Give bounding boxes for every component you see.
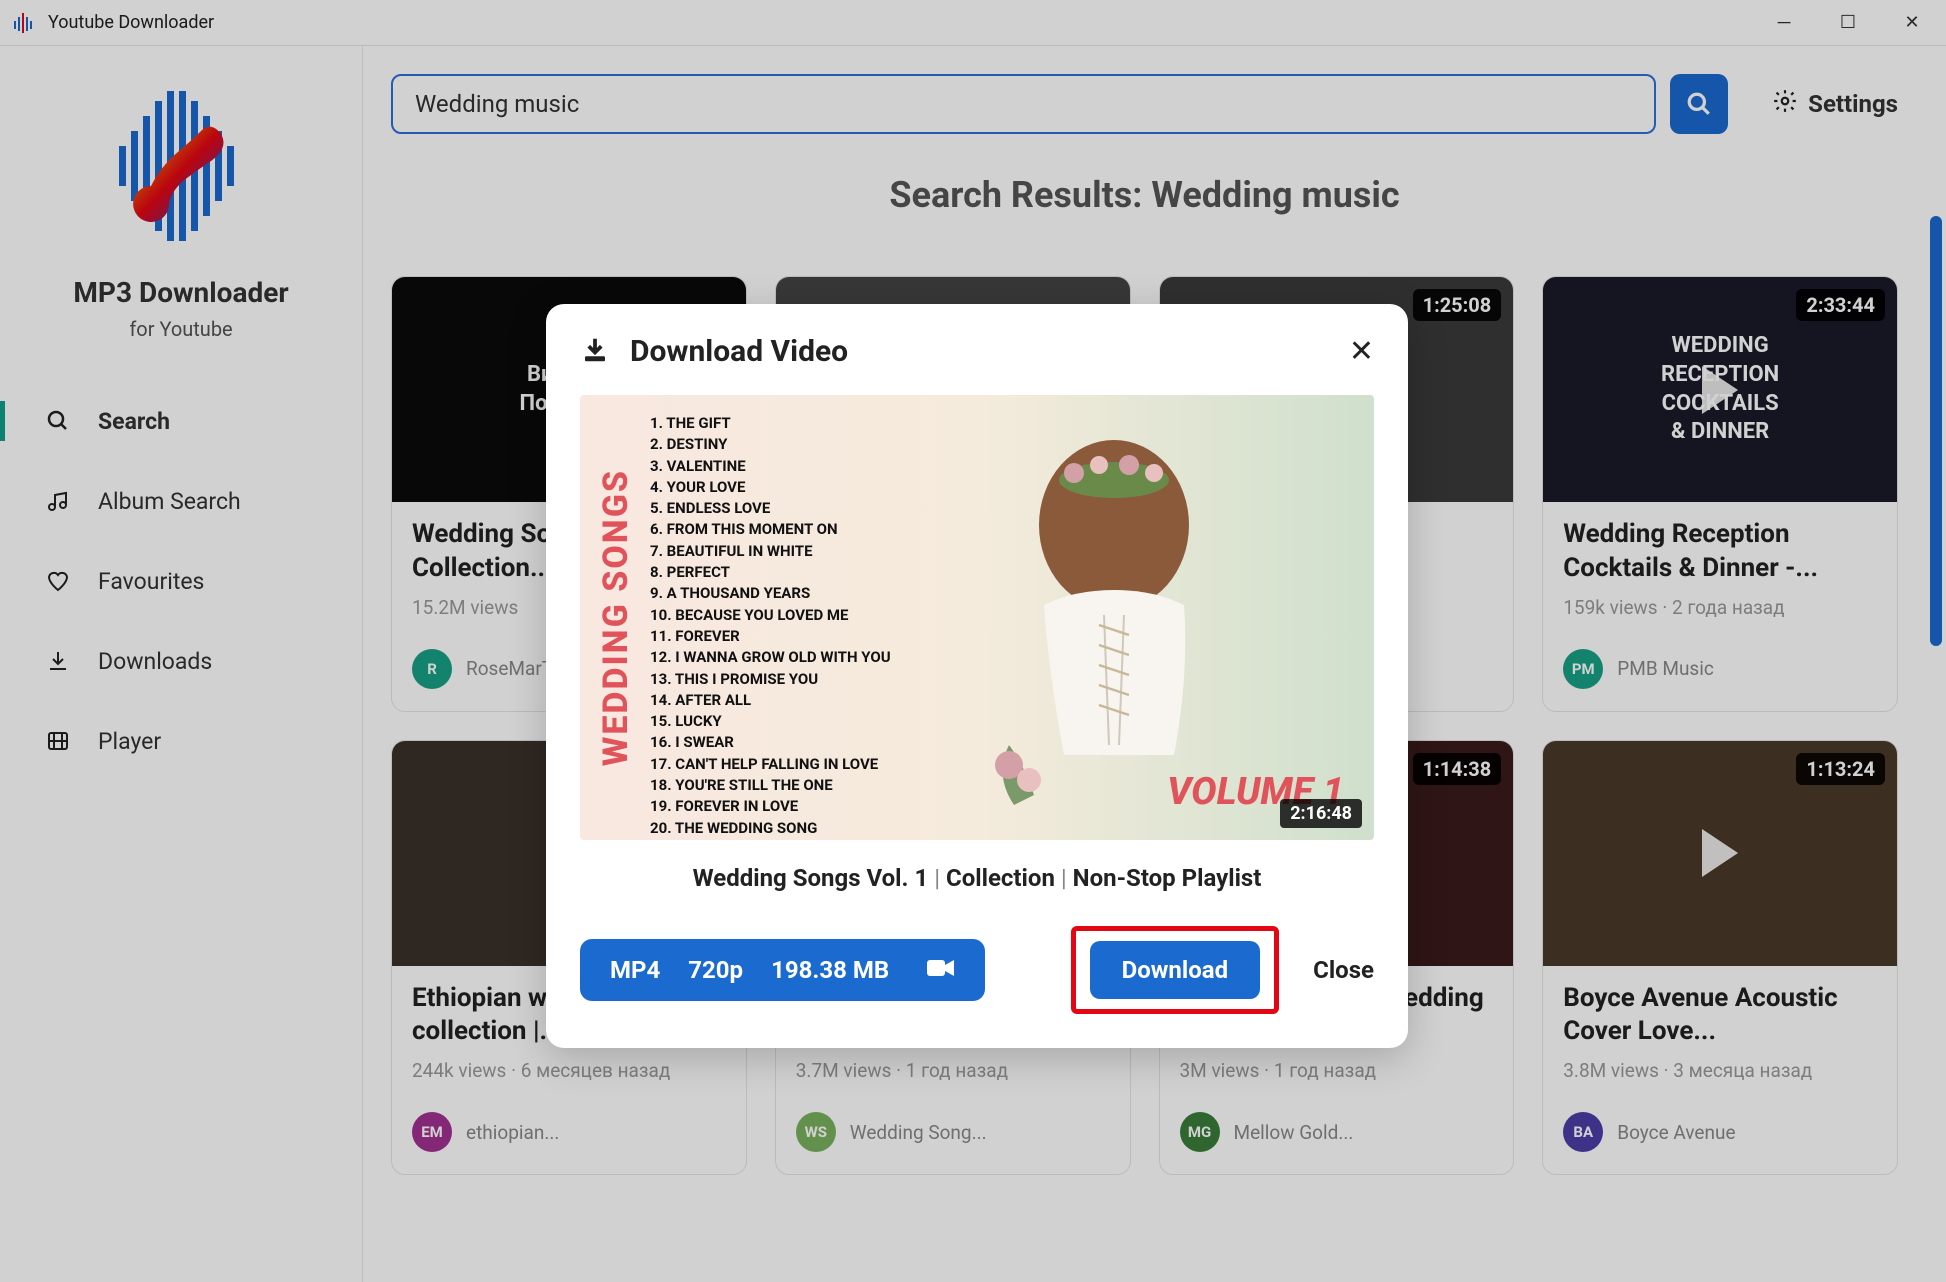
format-label: MP4: [610, 956, 660, 984]
thumb-tracklist: 1. THE GIFT2. DESTINY3. VALENTINE4. YOUR…: [650, 413, 891, 839]
modal-video-title: Wedding Songs Vol. 1 | Collection | Non-…: [580, 864, 1374, 892]
quality-label: 720p: [688, 956, 743, 984]
download-modal: Download Video ✕ WEDDING SONGS 1. THE GI…: [546, 304, 1408, 1048]
download-button[interactable]: Download: [1090, 941, 1260, 999]
download-icon: [580, 335, 610, 369]
thumb-sidebar-text: WEDDING SONGS: [596, 469, 636, 766]
download-highlight: Download: [1071, 926, 1279, 1014]
format-selector[interactable]: MP4 720p 198.38 MB: [580, 939, 985, 1001]
modal-close-x[interactable]: ✕: [1349, 334, 1374, 369]
camera-icon: [927, 956, 955, 984]
thumb-duration: 2:16:48: [1280, 799, 1362, 828]
size-label: 198.38 MB: [771, 956, 889, 984]
modal-thumbnail: WEDDING SONGS 1. THE GIFT2. DESTINY3. VA…: [580, 395, 1374, 840]
bride-image: [914, 415, 1294, 815]
modal-heading: Download Video: [630, 334, 848, 369]
close-button[interactable]: Close: [1313, 956, 1374, 984]
